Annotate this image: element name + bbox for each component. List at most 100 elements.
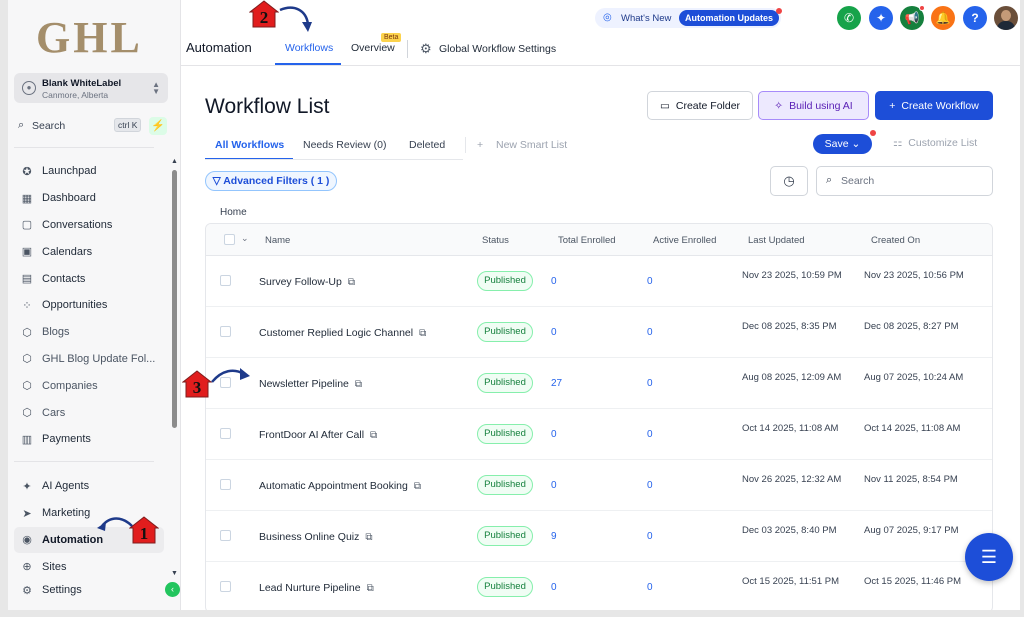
select-all-checkbox[interactable] [224, 234, 235, 245]
breadcrumb[interactable]: Home [220, 207, 247, 218]
create-folder-button[interactable]: ▭ Create Folder [647, 91, 753, 120]
table-row[interactable]: Business Online Quiz ⧉ Published 9 0 Dec … [206, 511, 992, 562]
total-enrolled[interactable]: 0 [551, 582, 557, 593]
magic-wand-icon[interactable]: ✦ [869, 6, 893, 30]
total-enrolled[interactable]: 0 [551, 276, 557, 287]
active-enrolled[interactable]: 0 [647, 531, 653, 542]
row-checkbox[interactable] [220, 428, 231, 439]
sidebar-item-dashboard[interactable]: ▦ Dashboard [14, 185, 164, 212]
external-link-icon[interactable]: ⧉ [348, 277, 355, 288]
last-updated: Dec 03 2025, 8:40 PM [742, 525, 837, 536]
sidebar-item-launchpad[interactable]: ✪ Launchpad [14, 158, 164, 185]
active-enrolled[interactable]: 0 [647, 378, 653, 389]
workflow-name[interactable]: FrontDoor AI After Call ⧉ [259, 429, 377, 441]
row-checkbox[interactable] [220, 530, 231, 541]
sidebar-item-conversations[interactable]: ▢ Conversations [14, 212, 164, 239]
advanced-filters-button[interactable]: ▽ Advanced Filters ( 1 ) [205, 171, 337, 191]
gear-icon[interactable]: ⚙ [420, 41, 432, 57]
active-enrolled[interactable]: 0 [647, 582, 653, 593]
row-checkbox[interactable] [220, 275, 231, 286]
tab-deleted[interactable]: Deleted [409, 139, 445, 151]
build-using-ai-button[interactable]: ✧ Build using AI [758, 91, 869, 120]
table-row[interactable]: Automatic Appointment Booking ⧉ Published… [206, 460, 992, 511]
sidebar-item-ai-agents[interactable]: ✦ AI Agents [14, 473, 164, 500]
chevron-down-icon[interactable]: ⌄ [241, 233, 249, 244]
total-enrolled[interactable]: 0 [551, 480, 557, 491]
sidebar-item-opportunities[interactable]: ⁘ Opportunities [14, 292, 164, 319]
new-smart-list-button[interactable]: New Smart List [496, 139, 567, 151]
total-enrolled[interactable]: 0 [551, 429, 557, 440]
tab-all-workflows[interactable]: All Workflows [215, 139, 284, 151]
row-checkbox[interactable] [220, 581, 231, 592]
active-enrolled[interactable]: 0 [647, 276, 653, 287]
sidebar-item-contacts[interactable]: ▤ Contacts [14, 265, 164, 292]
column-header-created-on[interactable]: Created On [871, 235, 920, 246]
scroll-up-icon[interactable]: ▲ [171, 158, 178, 165]
column-header-name[interactable]: Name [265, 235, 290, 246]
total-enrolled[interactable]: 27 [551, 378, 562, 389]
table-row[interactable]: Newsletter Pipeline ⧉ Published 27 0 Aug … [206, 358, 992, 409]
table-row[interactable]: FrontDoor AI After Call ⧉ Published 0 0 O… [206, 409, 992, 460]
sidebar-item-cars[interactable]: ⬡ Cars [14, 399, 164, 426]
sidebar-item-ghl-blog-update[interactable]: ⬡ GHL Blog Update Fol... [14, 346, 164, 373]
row-checkbox[interactable] [220, 326, 231, 337]
external-link-icon[interactable]: ⧉ [370, 430, 377, 441]
account-switcher[interactable]: ● Blank WhiteLabel Canmore, Alberta ▲ ▼ [14, 73, 168, 103]
bell-icon[interactable]: 🔔 [931, 6, 955, 30]
external-link-icon[interactable]: ⧉ [367, 583, 374, 594]
sidebar-search[interactable]: ⌕ Search ctrl K [14, 117, 142, 135]
save-button[interactable]: Save ⌄ [813, 130, 876, 154]
active-enrolled[interactable]: 0 [647, 327, 653, 338]
workflow-name[interactable]: Customer Replied Logic Channel ⧉ [259, 327, 426, 339]
workflow-name[interactable]: Lead Nurture Pipeline ⧉ [259, 582, 374, 594]
sidebar-item-calendars[interactable]: ▣ Calendars [14, 238, 164, 265]
sidebar-item-sites[interactable]: ⊕ Sites [14, 553, 164, 580]
whats-new-banner[interactable]: ◎ What's New Automation Updates [595, 8, 782, 28]
external-link-icon[interactable]: ⧉ [419, 328, 426, 339]
column-header-status[interactable]: Status [482, 235, 509, 246]
active-enrolled[interactable]: 0 [647, 429, 653, 440]
sidebar-item-companies[interactable]: ⬡ Companies [14, 372, 164, 399]
history-button[interactable]: ◷ [770, 166, 808, 196]
column-header-total-enrolled[interactable]: Total Enrolled [558, 235, 616, 246]
tab-workflows[interactable]: Workflows [285, 42, 333, 54]
search-input[interactable] [841, 173, 981, 189]
workflow-name[interactable]: Newsletter Pipeline ⧉ [259, 378, 362, 390]
row-checkbox[interactable] [220, 479, 231, 490]
create-workflow-button[interactable]: + Create Workflow [875, 91, 993, 120]
sidebar-scrollbar[interactable]: ▲ ▼ [171, 158, 178, 578]
table-row[interactable]: Lead Nurture Pipeline ⧉ Published 0 0 Oct… [206, 562, 992, 610]
sidebar-item-blogs[interactable]: ⬡ Blogs [14, 319, 164, 346]
quick-action-bolt-icon[interactable]: ⚡ [149, 117, 167, 135]
workflow-name[interactable]: Automatic Appointment Booking ⧉ [259, 480, 421, 492]
workflow-name[interactable]: Survey Follow-Up ⧉ [259, 276, 355, 288]
table-row[interactable]: Customer Replied Logic Channel ⧉ Publishe… [206, 307, 992, 358]
automation-updates-pill[interactable]: Automation Updates [679, 10, 780, 26]
tab-needs-review[interactable]: Needs Review (0) [303, 139, 386, 151]
phone-icon[interactable]: ✆ [837, 6, 861, 30]
column-header-last-updated[interactable]: Last Updated [748, 235, 805, 246]
scroll-down-icon[interactable]: ▼ [171, 570, 178, 577]
active-enrolled[interactable]: 0 [647, 480, 653, 491]
created-on: Nov 23 2025, 10:56 PM [864, 270, 964, 281]
global-workflow-settings-link[interactable]: Global Workflow Settings [439, 43, 556, 55]
external-link-icon[interactable]: ⧉ [355, 379, 362, 390]
search-box[interactable]: ⌕ [816, 166, 993, 196]
help-icon[interactable]: ? [963, 6, 987, 30]
total-enrolled[interactable]: 9 [551, 531, 557, 542]
sidebar-item-payments[interactable]: ▥ Payments [14, 426, 164, 453]
avatar[interactable] [994, 6, 1018, 30]
collapse-sidebar-button[interactable]: ‹ [165, 582, 180, 597]
sidebar-scroll-thumb[interactable] [172, 170, 177, 428]
column-header-active-enrolled[interactable]: Active Enrolled [653, 235, 716, 246]
workflow-name[interactable]: Business Online Quiz ⧉ [259, 531, 373, 543]
announcement-icon[interactable]: 📢 [900, 5, 925, 30]
tab-overview[interactable]: Overview [351, 42, 395, 54]
chat-widget-button[interactable]: ☰ [965, 533, 1013, 581]
sidebar-item-settings[interactable]: ⚙ Settings [14, 580, 164, 600]
total-enrolled[interactable]: 0 [551, 327, 557, 338]
customize-list-button[interactable]: ⚏ Customize List [893, 137, 977, 149]
table-row[interactable]: Survey Follow-Up ⧉ Published 0 0 Nov 23 2… [206, 256, 992, 307]
external-link-icon[interactable]: ⧉ [365, 532, 372, 543]
external-link-icon[interactable]: ⧉ [414, 481, 421, 492]
